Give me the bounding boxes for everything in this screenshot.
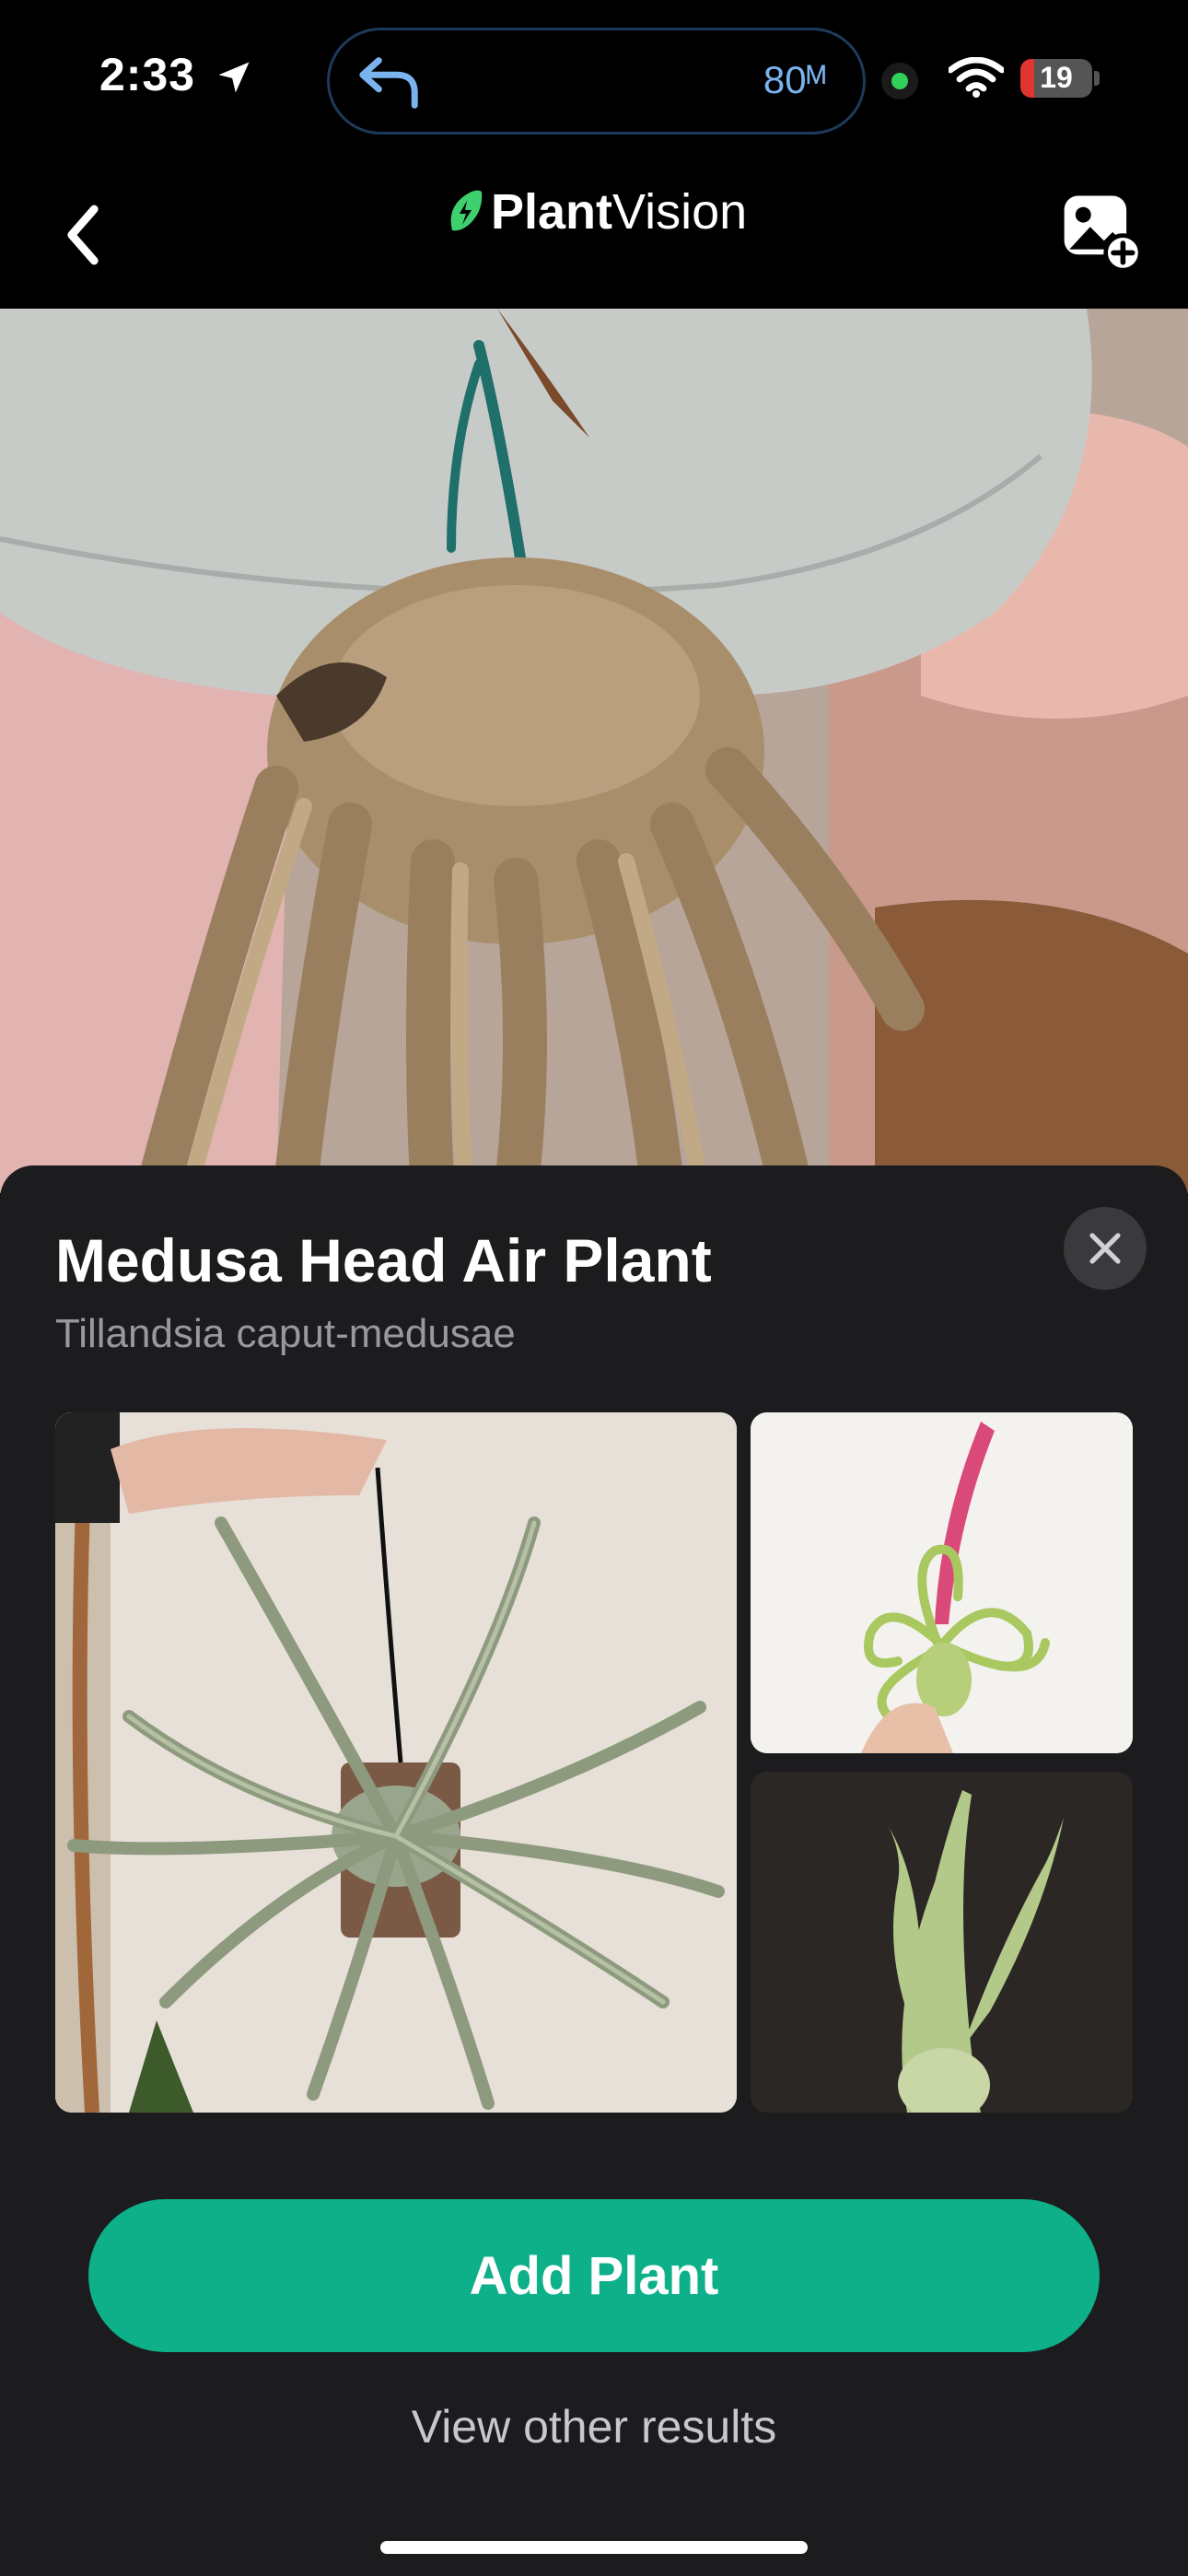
close-button[interactable]: [1064, 1207, 1147, 1290]
status-bar: 2:33 80ᴹ 19: [0, 0, 1188, 157]
battery-icon: 19: [1020, 59, 1100, 98]
brand-logo: Plant Vision: [447, 175, 747, 249]
location-arrow-icon: [218, 62, 250, 93]
add-plant-button[interactable]: Add Plant: [88, 2199, 1100, 2352]
wifi-icon: [949, 57, 1004, 98]
navigation-back-icon: [359, 57, 418, 109]
add-photo-icon[interactable]: [1059, 189, 1142, 272]
captured-plant-photo: [0, 309, 1188, 1193]
app-header: Plant Vision: [0, 157, 1188, 309]
dynamic-island-navigation[interactable]: 80ᴹ: [327, 28, 866, 135]
leaf-bolt-logo-icon: [450, 190, 483, 231]
close-icon: [1089, 1233, 1121, 1264]
view-other-results-link[interactable]: View other results: [0, 2400, 1188, 2453]
brand-name-part2: Vision: [612, 184, 748, 240]
chevron-left-icon[interactable]: [55, 203, 111, 267]
plant-common-name: Medusa Head Air Plant: [55, 1226, 712, 1294]
reference-photo-closeup[interactable]: [751, 1772, 1133, 2113]
reference-photo-main[interactable]: [55, 1412, 737, 2113]
battery-level: 19: [1040, 61, 1073, 94]
brand-name-part1: Plant: [491, 184, 613, 240]
navigation-distance: 80ᴹ: [763, 58, 826, 101]
reference-photo-flowering[interactable]: [751, 1412, 1133, 1753]
recording-dot-icon: [881, 63, 918, 100]
plant-scientific-name: Tillandsia caput-medusae: [55, 1311, 516, 1356]
status-time: 2:33: [99, 49, 196, 100]
result-sheet: Medusa Head Air Plant Tillandsia caput-m…: [0, 1165, 1188, 2576]
home-indicator[interactable]: [380, 2541, 808, 2554]
